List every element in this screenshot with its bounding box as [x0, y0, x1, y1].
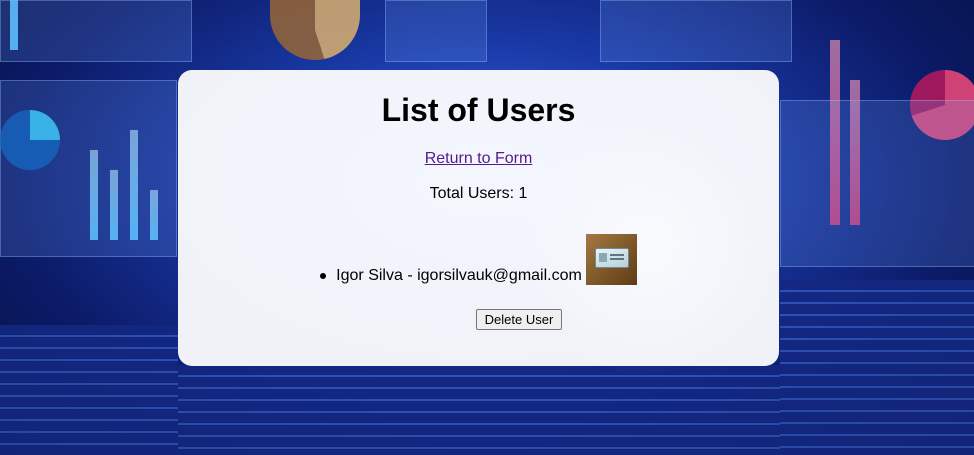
- list-item: Igor Silva - igorsilvauk@gmail.com: [320, 234, 637, 285]
- return-link-container: Return to Form: [178, 150, 779, 168]
- page-title: List of Users: [381, 92, 576, 128]
- users-card: List of Users Return to Form Total Users…: [178, 70, 779, 366]
- total-users-count: Total Users: 1: [429, 185, 528, 202]
- user-entry: Igor Silva - igorsilvauk@gmail.com: [336, 267, 582, 284]
- id-card-icon: [594, 248, 629, 268]
- user-photo: [585, 234, 637, 285]
- bullet-icon: [320, 273, 327, 279]
- users-list: Igor Silva - igorsilvauk@gmail.com: [178, 234, 779, 285]
- return-to-form-link[interactable]: Return to Form: [425, 150, 533, 167]
- delete-user-button[interactable]: Delete User: [476, 309, 562, 330]
